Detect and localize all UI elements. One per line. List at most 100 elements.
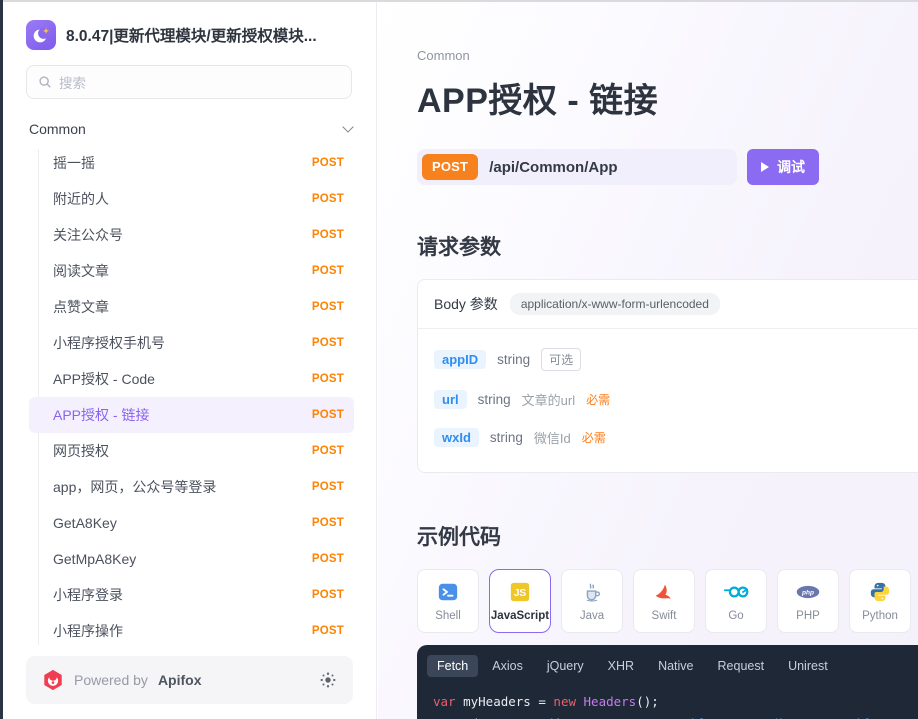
sidebar-item-method-badge: POST [312,481,344,493]
code-tab-native[interactable]: Native [648,655,703,677]
param-row: urlstring文章的url必需 [434,390,918,409]
sidebar-item[interactable]: 摇一摇POST [29,145,354,181]
request-params-heading: 请求参数 [417,231,918,261]
sidebar-item[interactable]: app，网页，公众号等登录 POST [29,469,354,505]
lang-card-label: PHP [796,610,820,622]
body-params-label: Body 参数 [434,294,498,314]
sidebar-item-method-badge: POST [312,229,344,241]
sidebar-footer: Powered by Apifox [26,656,353,704]
theme-toggle-icon[interactable] [319,671,337,689]
code-tab-xhr[interactable]: XHR [598,655,644,677]
doc-main: Common APP授权 - 链接 POST /api/Common/App 调… [378,2,918,719]
page-title: APP授权 - 链接 [417,73,918,122]
lang-card-php[interactable]: php PHP [777,569,839,633]
language-card-row: Shell JS JavaScript JavaSwift Go php PHP Python [417,569,918,633]
breadcrumb: Common [417,48,918,63]
go-icon [723,580,749,604]
sidebar-item[interactable]: 网页授权POST [29,433,354,469]
chevron-down-icon [342,121,353,132]
sidebar-item[interactable]: 小程序操作POST [29,613,354,649]
lang-card-label: Go [728,610,743,622]
sidebar-item-label: 小程序登录 [53,585,123,605]
shell-icon [437,580,459,604]
powered-by-text: Powered by [74,672,148,688]
sidebar-item-label: 点赞文章 [53,297,109,317]
sidebar-item-method-badge: POST [312,445,344,457]
window-top-edge [0,0,918,2]
python-icon [869,580,891,604]
code-tab-request[interactable]: Request [708,655,775,677]
app-logo-moon-icon [26,20,56,50]
code-tab-fetch[interactable]: Fetch [427,655,478,677]
sidebar-item-method-badge: POST [312,373,344,385]
param-name: wxId [434,428,479,447]
lang-card-swift[interactable]: Swift [633,569,695,633]
param-required-badge: 必需 [586,391,610,408]
sidebar-item[interactable]: GetMpA8KeyPOST [29,541,354,577]
lang-card-python[interactable]: Python [849,569,911,633]
param-type: string [478,392,511,407]
sidebar-item-label: APP授权 - 链接 [53,405,149,425]
apifox-brand-link[interactable]: Apifox [158,672,202,688]
lang-card-go[interactable]: Go [705,569,767,633]
endpoint-list: 摇一摇POST附近的人POST关注公众号POST阅读文章POST点赞文章POST… [29,145,354,649]
swift-icon [653,580,675,604]
sidebar-item-label: 阅读文章 [53,261,109,281]
param-optional-badge: 可选 [541,348,581,371]
code-token: Headers [584,694,637,709]
code-token: var [433,694,456,709]
code-tab-unirest[interactable]: Unirest [778,655,838,677]
lang-card-java[interactable]: Java [561,569,623,633]
apifox-logo-icon [42,669,64,691]
section-label: Common [29,121,86,137]
param-required-badge: 必需 [582,429,606,446]
code-block: FetchAxiosjQueryXHRNativeRequestUnirest … [417,645,918,719]
code-token: (); [636,694,659,709]
lang-card-javascript[interactable]: JS JavaScript [489,569,551,633]
search-placeholder: 搜索 [59,72,86,92]
params-card-header: Body 参数 application/x-www-form-urlencode… [418,280,918,328]
sidebar-section-common[interactable]: Common [29,121,352,137]
debug-button[interactable]: 调试 [747,149,819,185]
svg-text:JS: JS [514,588,527,599]
code-tab-axios[interactable]: Axios [482,655,533,677]
param-type: string [497,352,530,367]
sidebar-item[interactable]: APP授权 - Code POST [29,361,354,397]
sidebar-item-label: 小程序操作 [53,621,123,641]
endpoint-bar: POST /api/Common/App [417,149,737,185]
sidebar-item-label: 关注公众号 [53,225,123,245]
code-line: myHeaders.append("User-Agent", "Apifox/1… [433,713,918,719]
lang-card-label: JavaScript [491,610,549,622]
sidebar-item-method-badge: POST [312,193,344,205]
content-type-pill: application/x-www-form-urlencoded [510,293,720,315]
sidebar-item[interactable]: 阅读文章POST [29,253,354,289]
code-token: new [553,694,576,709]
param-row: appID string 可选 [434,348,918,371]
lang-card-shell[interactable]: Shell [417,569,479,633]
sidebar-header: 8.0.47|更新代理模块/更新授权模块... [26,20,352,50]
code-token: myHeaders = [456,694,554,709]
search-input[interactable]: 搜索 [26,65,352,99]
sidebar-item[interactable]: APP授权 - 链接 POST [29,397,354,433]
sidebar-item[interactable]: 点赞文章POST [29,289,354,325]
sidebar-item[interactable]: 关注公众号 POST [29,217,354,253]
lang-card-label: Python [862,610,898,622]
sidebar-item-method-badge: POST [312,553,344,565]
endpoint-row: POST /api/Common/App 调试 [417,149,918,185]
param-name: appID [434,350,486,369]
java-icon [581,580,603,604]
sidebar-item-label: app，网页，公众号等登录 [53,477,216,497]
php-icon: php [795,580,821,604]
sidebar-item[interactable]: 小程序登录POST [29,577,354,613]
endpoint-path: /api/Common/App [489,159,617,176]
sidebar-item-label: 小程序授权手机号 [53,333,165,353]
code-token [576,694,584,709]
sidebar-item[interactable]: 附近的人POST [29,181,354,217]
sidebar-item-method-badge: POST [312,409,344,421]
sidebar-item-label: APP授权 - Code [53,369,155,389]
debug-button-label: 调试 [777,157,805,177]
sidebar-item[interactable]: 小程序授权手机号POST [29,325,354,361]
sidebar-item[interactable]: GetA8KeyPOST [29,505,354,541]
code-tab-jquery[interactable]: jQuery [537,655,594,677]
params-body: appID string 可选 urlstring文章的url必需 wxId string… [418,328,918,472]
